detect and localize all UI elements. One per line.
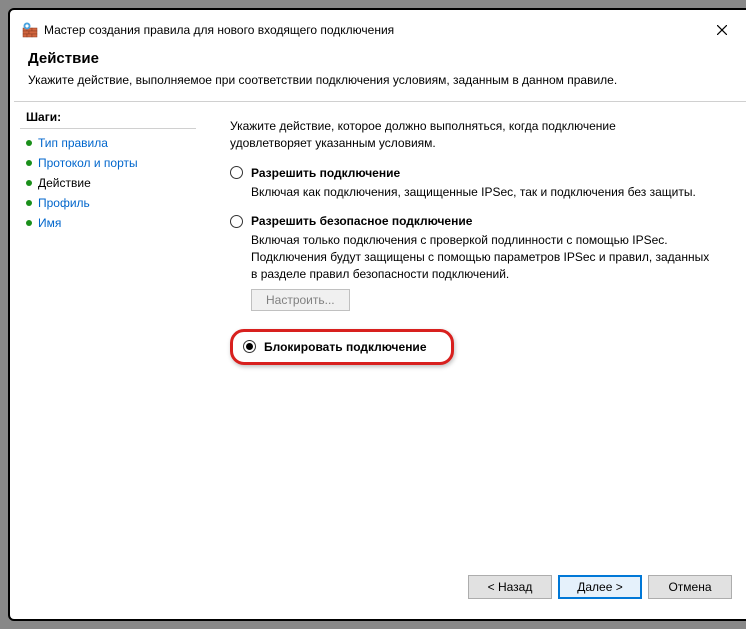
cancel-button[interactable]: Отмена xyxy=(648,575,732,599)
step-action[interactable]: Действие xyxy=(20,173,196,193)
option-description: Включая только подключения с проверкой п… xyxy=(251,232,720,282)
firewall-icon xyxy=(22,22,38,38)
content-description: Укажите действие, которое должно выполня… xyxy=(230,118,720,152)
header: Действие Укажите действие, выполняемое п… xyxy=(14,46,746,101)
option-block-highlight: Блокировать подключение xyxy=(230,329,454,365)
bullet-icon xyxy=(26,160,32,166)
step-label: Профиль xyxy=(38,196,90,210)
bullet-icon xyxy=(26,140,32,146)
close-button[interactable] xyxy=(706,18,738,42)
radio-block[interactable] xyxy=(243,340,256,353)
sidebar: Шаги: Тип правила Протокол и порты Дейст… xyxy=(14,102,202,563)
titlebar-text: Мастер создания правила для нового входя… xyxy=(44,23,706,37)
next-button[interactable]: Далее > xyxy=(558,575,642,599)
option-label[interactable]: Разрешить безопасное подключение xyxy=(251,214,472,228)
step-protocol-ports[interactable]: Протокол и порты xyxy=(20,153,196,173)
step-profile[interactable]: Профиль xyxy=(20,193,196,213)
bullet-icon xyxy=(26,220,32,226)
back-button[interactable]: < Назад xyxy=(468,575,552,599)
bullet-icon xyxy=(26,180,32,186)
option-label[interactable]: Разрешить подключение xyxy=(251,166,400,180)
titlebar: Мастер создания правила для нового входя… xyxy=(14,14,746,46)
configure-button: Настроить... xyxy=(251,289,350,311)
page-description: Укажите действие, выполняемое при соотве… xyxy=(28,73,734,87)
radio-allow[interactable] xyxy=(230,166,243,179)
step-label: Имя xyxy=(38,216,61,230)
option-allow-secure: Разрешить безопасное подключение Включая… xyxy=(230,214,720,310)
option-description: Включая как подключения, защищенные IPSe… xyxy=(251,184,720,201)
step-label: Протокол и порты xyxy=(38,156,138,170)
close-icon xyxy=(717,25,727,35)
radio-allow-secure[interactable] xyxy=(230,215,243,228)
content: Укажите действие, которое должно выполня… xyxy=(202,102,746,563)
step-name[interactable]: Имя xyxy=(20,213,196,233)
wizard-window: Мастер создания правила для нового входя… xyxy=(14,14,746,615)
option-label[interactable]: Блокировать подключение xyxy=(264,340,427,354)
bullet-icon xyxy=(26,200,32,206)
steps-label: Шаги: xyxy=(20,108,196,129)
body: Шаги: Тип правила Протокол и порты Дейст… xyxy=(14,102,746,563)
footer: < Назад Далее > Отмена xyxy=(14,563,746,615)
step-rule-type[interactable]: Тип правила xyxy=(20,133,196,153)
page-title: Действие xyxy=(28,50,734,67)
step-label: Тип правила xyxy=(38,136,108,150)
option-allow: Разрешить подключение Включая как подклю… xyxy=(230,166,720,201)
step-label: Действие xyxy=(38,176,91,190)
